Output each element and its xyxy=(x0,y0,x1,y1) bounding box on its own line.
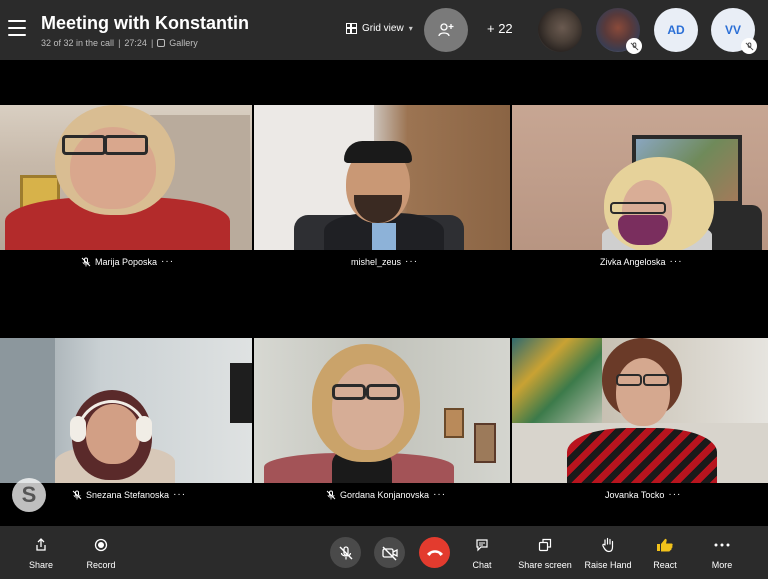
video-tile[interactable] xyxy=(0,105,252,250)
participant-video xyxy=(512,338,768,483)
participant-name: mishel_zeus xyxy=(351,256,402,267)
video-grid: Marija Poposka ··· mishel_zeus ··· Zivka… xyxy=(0,60,768,526)
more-participants-button[interactable]: + 22 xyxy=(487,21,513,36)
call-subtitle: 32 of 32 in the call | 27:24 | Gallery xyxy=(41,38,198,48)
add-participant-button[interactable] xyxy=(424,8,468,52)
mic-off-icon xyxy=(326,490,336,499)
participant-label: Jovanka Tocko ··· xyxy=(605,489,681,500)
participant-video xyxy=(512,105,768,250)
share-screen-icon xyxy=(538,538,552,551)
participant-count: 32 of 32 in the call xyxy=(41,38,115,48)
raise-hand-icon xyxy=(602,537,614,552)
video-off-icon xyxy=(381,546,398,560)
participant-avatar[interactable]: AD xyxy=(654,8,698,52)
mic-off-icon xyxy=(339,545,352,559)
share-button[interactable]: Share xyxy=(20,526,62,579)
thumbs-up-icon xyxy=(657,538,673,551)
share-icon xyxy=(36,537,46,551)
video-tile[interactable] xyxy=(254,105,510,250)
chat-button[interactable]: Chat xyxy=(466,526,498,579)
participant-name: Gordana Konjanovska xyxy=(340,489,430,500)
react-button[interactable]: React xyxy=(648,526,682,579)
participant-options-button[interactable]: ··· xyxy=(405,256,418,267)
chevron-down-icon: ▾ xyxy=(408,24,413,33)
chat-icon xyxy=(476,538,488,551)
participant-avatar[interactable] xyxy=(538,8,582,52)
participant-label: Zivka Angeloska ··· xyxy=(600,256,683,267)
add-person-icon xyxy=(438,23,454,37)
call-toolbar: Share Record Chat Share screen Raise Han… xyxy=(0,526,768,579)
share-label: Share xyxy=(28,559,54,570)
participant-label: mishel_zeus ··· xyxy=(351,256,418,267)
video-tile[interactable] xyxy=(0,338,252,483)
participant-name: Snezana Stefanoska xyxy=(86,489,170,500)
participant-video xyxy=(0,338,252,483)
more-button[interactable]: More xyxy=(706,526,738,579)
video-tile[interactable] xyxy=(512,105,768,250)
call-header: Meeting with Konstantin 32 of 32 in the … xyxy=(0,0,768,60)
menu-icon[interactable] xyxy=(8,20,26,36)
separator: | xyxy=(118,38,121,48)
record-label: Record xyxy=(86,559,116,570)
participant-avatar[interactable] xyxy=(596,8,642,54)
hang-up-icon xyxy=(426,549,443,556)
record-icon xyxy=(94,538,108,551)
video-tile[interactable] xyxy=(254,338,510,483)
participant-video xyxy=(254,105,510,250)
participant-options-button[interactable]: ··· xyxy=(668,489,681,500)
more-icon xyxy=(714,543,730,546)
mic-off-icon xyxy=(626,38,642,54)
mic-off-icon xyxy=(72,490,82,499)
mic-off-icon xyxy=(741,38,757,54)
call-duration: 27:24 xyxy=(124,38,147,48)
meeting-title: Meeting with Konstantin xyxy=(41,13,249,33)
participant-options-button[interactable]: ··· xyxy=(670,256,683,267)
participant-options-button[interactable]: ··· xyxy=(173,489,186,500)
participant-label: Marija Poposka ··· xyxy=(81,256,174,267)
skype-logo-icon: S xyxy=(12,478,46,512)
share-screen-button[interactable]: Share screen xyxy=(516,526,574,579)
video-tile[interactable] xyxy=(512,338,768,483)
participant-name: Marija Poposka xyxy=(95,256,158,267)
participant-label: Gordana Konjanovska ··· xyxy=(326,489,446,500)
participant-options-button[interactable]: ··· xyxy=(433,489,446,500)
raise-hand-button[interactable]: Raise Hand xyxy=(582,526,634,579)
end-call-button[interactable] xyxy=(419,537,450,568)
grid-view-dropdown[interactable]: Grid view ▾ xyxy=(346,23,413,34)
participant-video xyxy=(0,105,252,250)
gallery-icon xyxy=(157,39,166,47)
chat-label: Chat xyxy=(472,559,492,570)
share-screen-label: Share screen xyxy=(518,559,572,570)
raise-hand-label: Raise Hand xyxy=(584,559,632,570)
grid-icon xyxy=(346,23,357,34)
view-mode-label: Gallery xyxy=(169,38,198,48)
participant-video xyxy=(254,338,510,483)
participant-label: Snezana Stefanoska ··· xyxy=(72,489,186,500)
react-label: React xyxy=(653,559,677,570)
mute-microphone-button[interactable] xyxy=(330,537,361,568)
participant-name: Jovanka Tocko xyxy=(605,489,665,500)
mic-off-icon xyxy=(81,257,91,266)
toggle-video-button[interactable] xyxy=(374,537,405,568)
participant-name: Zivka Angeloska xyxy=(600,256,666,267)
grid-view-label: Grid view xyxy=(362,23,404,34)
participant-avatar[interactable]: VV xyxy=(711,8,757,54)
record-button[interactable]: Record xyxy=(78,526,124,579)
avatar-initials: VV xyxy=(724,23,741,37)
participant-options-button[interactable]: ··· xyxy=(161,256,174,267)
more-label: More xyxy=(711,559,733,570)
separator: | xyxy=(150,38,154,48)
